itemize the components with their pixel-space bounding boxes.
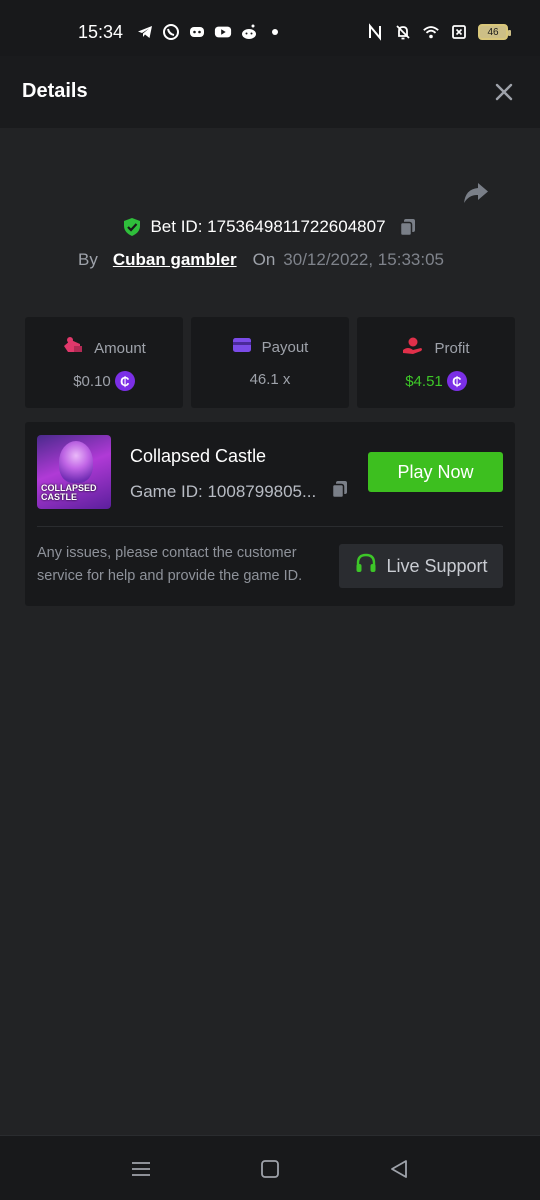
- home-button[interactable]: [259, 1158, 281, 1180]
- bet-meta-row: By Cuban gambler On 30/12/2022, 15:33:05: [78, 250, 444, 270]
- amount-label: Amount: [94, 339, 146, 357]
- nfc-icon: [366, 23, 384, 41]
- sim-icon: [450, 23, 468, 41]
- game-logo-text: COLLAPSED CASTLE: [41, 483, 97, 502]
- discord-icon: [188, 23, 206, 41]
- verified-shield-icon: [122, 217, 142, 237]
- dot-icon: [266, 23, 284, 41]
- user-link[interactable]: Cuban gambler: [113, 250, 237, 270]
- live-support-button[interactable]: Live Support: [339, 544, 503, 588]
- game-thumbnail[interactable]: COLLAPSED CASTLE: [37, 435, 111, 509]
- reddit-icon: [240, 23, 258, 41]
- menu-icon: [132, 1162, 150, 1176]
- youtube-icon: [214, 23, 232, 41]
- help-text: Any issues, please contact the customer …: [37, 545, 303, 584]
- payout-card: Payout 46.1 x: [191, 317, 349, 408]
- game-card: COLLAPSED CASTLE Collapsed Castle Game I…: [25, 422, 515, 606]
- notification-icons: [136, 23, 284, 41]
- game-id: Game ID: 1008799805...: [130, 481, 317, 501]
- close-button[interactable]: [494, 82, 514, 102]
- amount-value: $0.10: [73, 372, 111, 390]
- game-character-art: [59, 441, 93, 483]
- profit-card: Profit $4.51 ₵: [357, 317, 515, 408]
- coin-icon: ₵: [446, 371, 467, 391]
- whatsapp-icon: [162, 23, 180, 41]
- back-icon: [391, 1160, 407, 1178]
- status-time: 15:34: [78, 22, 124, 42]
- close-icon: [495, 83, 513, 101]
- copy-game-id-button[interactable]: [330, 479, 350, 504]
- amount-card: Amount $0.10 ₵: [25, 317, 183, 408]
- payout-card-icon: [232, 336, 252, 358]
- home-icon: [261, 1160, 279, 1178]
- by-label: By: [78, 250, 98, 269]
- bet-id-row: Bet ID: 1753649811722604807: [0, 217, 540, 237]
- copy-bet-id-button[interactable]: [398, 217, 418, 237]
- profit-value: $4.51: [405, 372, 443, 390]
- play-now-button[interactable]: Play Now: [368, 452, 503, 492]
- profit-icon: [402, 336, 424, 360]
- page-title: Details: [22, 80, 88, 102]
- system-icons: 46: [366, 23, 511, 41]
- live-support-label: Live Support: [386, 555, 488, 576]
- copy-icon: [399, 219, 415, 237]
- game-name: Collapsed Castle: [130, 446, 267, 466]
- headset-icon: [354, 552, 378, 581]
- bet-datetime: 30/12/2022, 15:33:05: [283, 250, 444, 269]
- recents-button[interactable]: [130, 1158, 152, 1180]
- system-nav-bar: [0, 1135, 540, 1200]
- copy-icon: [331, 481, 348, 499]
- share-icon: [464, 183, 488, 203]
- bet-stats: Amount $0.10 ₵ Payout 46.1 x Profit $4.5…: [25, 317, 515, 408]
- details-header: Details: [0, 56, 540, 128]
- payout-value: 46.1 x: [249, 371, 291, 388]
- bell-off-icon: [394, 23, 412, 41]
- profit-label: Profit: [434, 339, 470, 357]
- bet-id: Bet ID: 1753649811722604807: [150, 217, 386, 236]
- on-label: On: [252, 250, 276, 269]
- share-button[interactable]: [462, 180, 490, 206]
- telegram-icon: [136, 23, 154, 41]
- game-id-row: Game ID: 1008799805...: [130, 479, 350, 504]
- battery-icon: 46: [478, 24, 511, 40]
- payout-label: Payout: [261, 338, 309, 356]
- amount-icon: [62, 336, 84, 360]
- wifi-icon: [422, 23, 440, 41]
- coin-icon: ₵: [114, 371, 135, 391]
- status-bar: 15:34 46: [0, 0, 540, 56]
- divider: [37, 526, 503, 527]
- back-button[interactable]: [388, 1158, 410, 1180]
